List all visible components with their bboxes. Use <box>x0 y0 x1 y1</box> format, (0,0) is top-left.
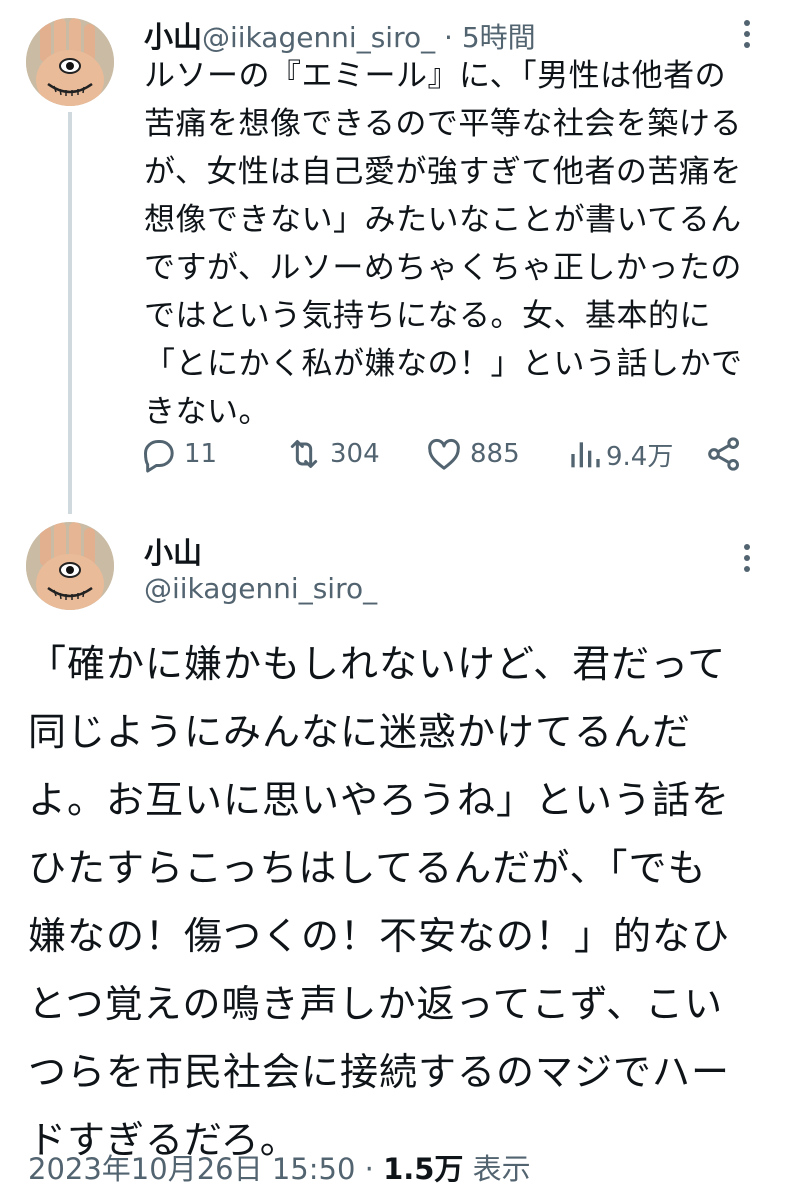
avatar-hand-image <box>26 18 114 106</box>
tweet-text: ルソーの『エミール』に、「男性は他者の 苦痛を想像できるので平等な社会を築ける … <box>144 58 743 430</box>
like-button[interactable]: 885 <box>424 430 520 478</box>
meta-separator: · <box>364 1152 374 1186</box>
tweet-actions-bar: 11 304 885 9.4万 <box>138 430 748 478</box>
more-options-button[interactable] <box>742 20 752 54</box>
share-icon <box>708 437 739 471</box>
author-name[interactable]: 小山 <box>144 14 202 56</box>
author-handle[interactable]: @iikagenni_siro_ · 5時間 <box>202 16 536 56</box>
reply-icon <box>144 440 174 473</box>
meta-separator: · <box>444 21 453 54</box>
share-button[interactable] <box>704 430 744 478</box>
tweet-time[interactable]: 5時間 <box>462 21 536 54</box>
reply-count: 11 <box>184 439 218 469</box>
views-count: 9.4万 <box>606 441 674 472</box>
tweet-date[interactable]: 2023年10月26日 15:50 <box>28 1152 355 1186</box>
views-button[interactable]: 9.4万 <box>566 430 673 478</box>
reply-button[interactable]: 11 <box>138 430 217 478</box>
author-handle[interactable]: @iikagenni_siro_ <box>144 572 377 605</box>
views-label: 表示 <box>472 1152 531 1186</box>
tweet-text: 「確かに嫌かもしれないけど、君だって 同じようにみんなに迷惑かけてるんだ よ。お… <box>28 642 731 1162</box>
more-icon <box>744 20 750 26</box>
heart-icon <box>428 438 460 470</box>
avatar[interactable] <box>26 522 114 610</box>
views-icon <box>571 442 600 468</box>
avatar[interactable] <box>26 18 114 106</box>
author-name[interactable]: 小山 <box>144 530 202 572</box>
retweet-button[interactable]: 304 <box>284 430 380 478</box>
retweet-icon <box>290 440 318 468</box>
tweet-meta: 2023年10月26日 15:50 · 1.5万 表示 <box>28 1146 531 1188</box>
author-handle-text[interactable]: @iikagenni_siro_ <box>202 21 435 54</box>
more-icon <box>744 544 750 550</box>
avatar-hand-image <box>26 522 114 610</box>
retweet-count: 304 <box>330 439 380 469</box>
like-count: 885 <box>470 439 520 469</box>
thread-connector-line <box>68 112 72 514</box>
views-count: 1.5万 <box>383 1152 464 1186</box>
more-options-button[interactable] <box>742 544 752 578</box>
